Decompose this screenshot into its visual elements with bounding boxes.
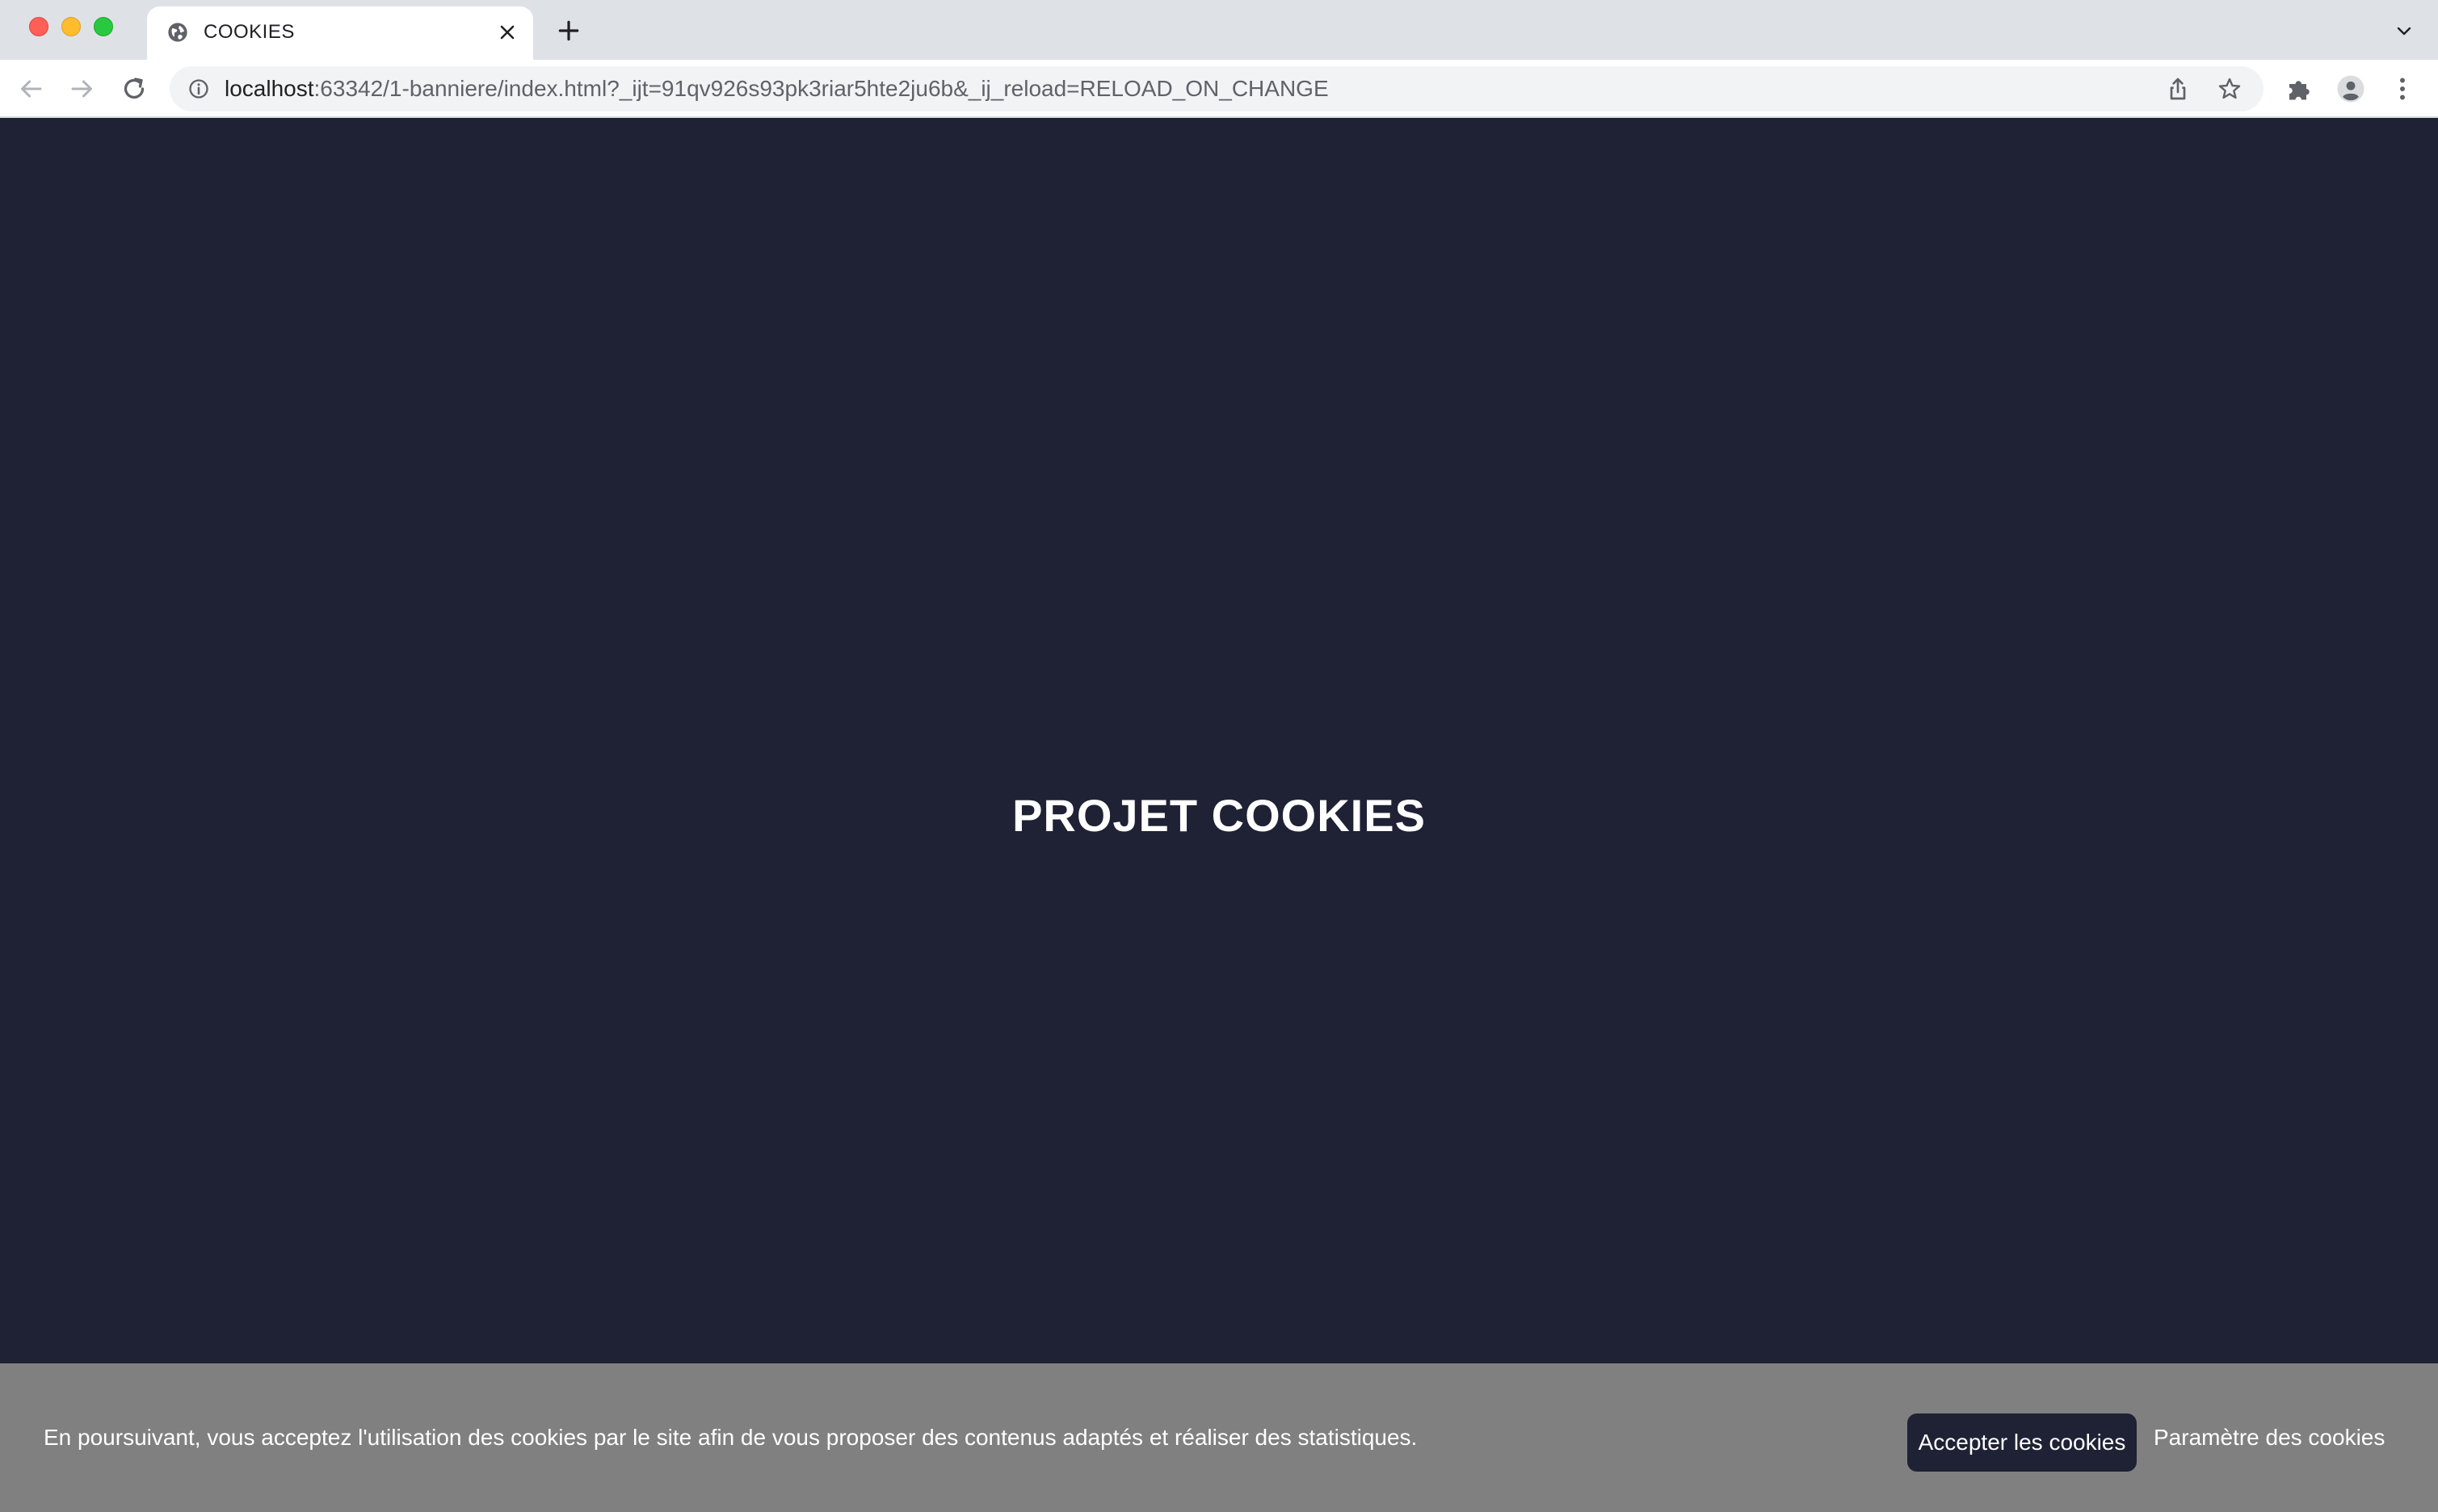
- reload-icon[interactable]: [120, 74, 149, 103]
- url-text[interactable]: localhost:63342/1-banniere/index.html?_i…: [225, 76, 1329, 102]
- maximize-window-button[interactable]: [94, 17, 113, 36]
- info-icon[interactable]: [187, 78, 210, 100]
- page-viewport: PROJET COOKIES En poursuivant, vous acce…: [0, 118, 2438, 1512]
- browser-window: COOKIES localhost:63342/1-banniere/index…: [0, 0, 2438, 1512]
- tab-strip: COOKIES: [0, 0, 2438, 60]
- arrow-right-icon[interactable]: [68, 74, 97, 103]
- browser-toolbar: localhost:63342/1-banniere/index.html?_i…: [0, 60, 2438, 118]
- star-icon[interactable]: [2217, 76, 2243, 102]
- avatar-icon[interactable]: [2336, 74, 2365, 103]
- address-bar[interactable]: localhost:63342/1-banniere/index.html?_i…: [170, 66, 2264, 111]
- url-host: localhost: [225, 76, 314, 101]
- page-title: PROJET COOKIES: [1012, 790, 1426, 841]
- cookie-message: En poursuivant, vous acceptez l'utilisat…: [44, 1425, 1418, 1450]
- cookie-settings-link[interactable]: Paramètre des cookies: [2154, 1423, 2385, 1452]
- close-window-button[interactable]: [29, 17, 48, 36]
- close-icon[interactable]: [496, 21, 519, 44]
- tab-title: COOKIES: [204, 21, 295, 43]
- minimize-window-button[interactable]: [61, 17, 81, 36]
- accept-cookies-button[interactable]: Accepter les cookies: [1907, 1413, 2137, 1472]
- puzzle-icon[interactable]: [2285, 74, 2314, 103]
- kebab-menu-icon[interactable]: [2388, 74, 2417, 103]
- tab-cookies[interactable]: COOKIES: [147, 6, 533, 60]
- chevron-down-icon[interactable]: [2394, 21, 2414, 40]
- url-path: :63342/1-banniere/index.html?_ijt=91qv92…: [313, 76, 1329, 101]
- cookie-banner: En poursuivant, vous acceptez l'utilisat…: [0, 1363, 2438, 1512]
- arrow-left-icon[interactable]: [16, 74, 45, 103]
- plus-icon[interactable]: [556, 18, 582, 44]
- globe-icon: [168, 23, 187, 42]
- share-icon[interactable]: [2165, 76, 2191, 102]
